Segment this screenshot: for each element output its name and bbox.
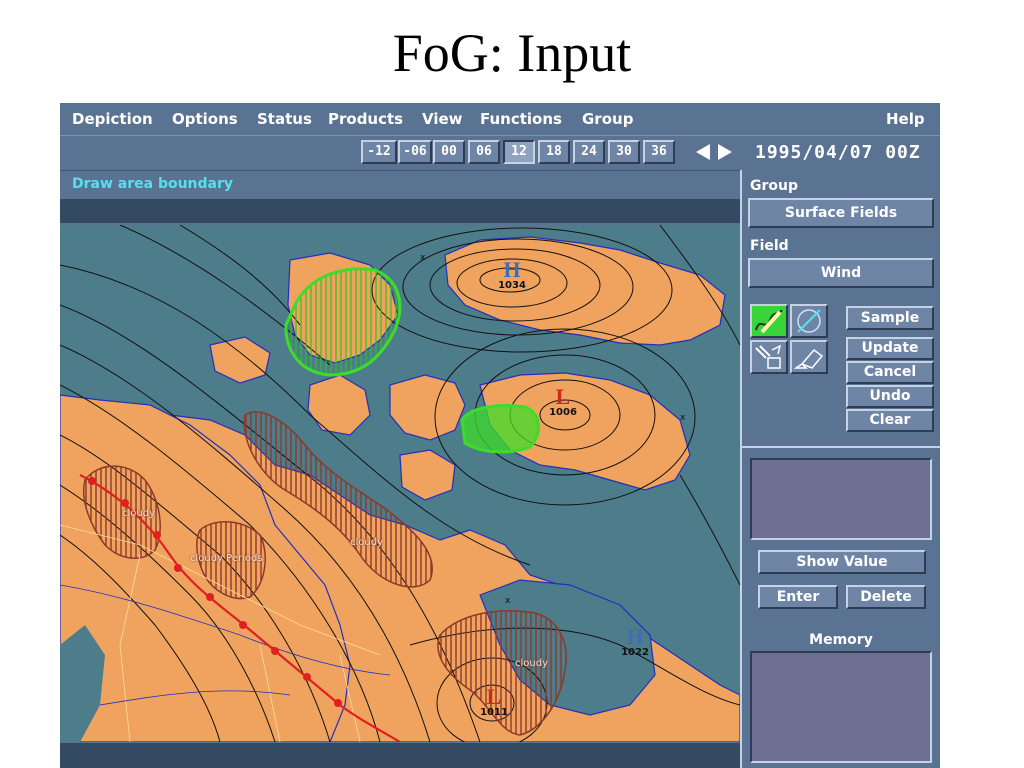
menu-group[interactable]: Group	[582, 110, 633, 128]
menu-products[interactable]: Products	[328, 110, 403, 128]
draw-line-icon	[755, 309, 783, 334]
high-pressure-center-1[interactable]: H 1034	[492, 257, 532, 292]
previous-time-arrow-icon[interactable]	[696, 144, 710, 160]
enter-button[interactable]: Enter	[758, 585, 838, 609]
menu-functions[interactable]: Functions	[480, 110, 562, 128]
low-pressure-center-2[interactable]: L 1011	[474, 684, 514, 719]
update-button[interactable]: Update	[846, 337, 934, 360]
time-button-36[interactable]: 36	[643, 140, 675, 164]
high-pressure-center-2[interactable]: H 1022	[615, 624, 655, 659]
time-button-24[interactable]: 24	[573, 140, 605, 164]
cancel-button[interactable]: Cancel	[846, 361, 934, 384]
high-pressure-value-1: 1034	[498, 280, 526, 291]
valid-datetime: 1995/04/07 00Z	[755, 142, 921, 163]
high-pressure-value-2: 1022	[621, 647, 649, 658]
field-select[interactable]: Wind	[748, 258, 934, 288]
time-step-bar: -12 -06 00 06 12 18 24 30 36 1995/04/07 …	[60, 136, 940, 171]
draw-ellipse-tool[interactable]	[790, 304, 828, 338]
show-value-button[interactable]: Show Value	[758, 550, 926, 574]
time-button-06[interactable]: 06	[468, 140, 500, 164]
time-button-30[interactable]: 30	[608, 140, 640, 164]
draw-ellipse-icon	[797, 309, 821, 333]
panel-divider	[742, 446, 940, 448]
svg-text:x: x	[680, 413, 686, 423]
status-message: Draw area boundary	[72, 176, 234, 192]
high-pressure-symbol-1: H	[503, 257, 521, 282]
slide-title: FoG: Input	[392, 23, 632, 83]
status-line: Draw area boundary	[60, 173, 740, 197]
fog-area-2[interactable]	[460, 404, 540, 454]
clear-button[interactable]: Clear	[846, 409, 934, 432]
menu-bar: Depiction Options Status Products View F…	[60, 103, 940, 136]
time-button-18[interactable]: 18	[538, 140, 570, 164]
map-top-strip	[60, 199, 740, 223]
menu-depiction[interactable]: Depiction	[72, 110, 153, 128]
value-display	[750, 458, 932, 540]
time-button-minus-06[interactable]: -06	[398, 140, 432, 164]
memory-display	[750, 651, 932, 763]
fog-application-window: Depiction Options Status Products View F…	[60, 103, 940, 768]
memory-label: Memory	[809, 632, 873, 648]
time-button-12[interactable]: 12	[503, 140, 535, 164]
low-pressure-symbol-2: L	[486, 684, 502, 709]
map-bottom-strip	[60, 743, 740, 768]
move-edit-tool[interactable]	[750, 340, 788, 374]
low-pressure-symbol-1: L	[555, 384, 571, 409]
draw-line-tool[interactable]	[750, 304, 788, 338]
field-label: Field	[750, 238, 789, 254]
menu-help[interactable]: Help	[886, 110, 925, 128]
sample-button[interactable]: Sample	[846, 306, 934, 330]
delete-button[interactable]: Delete	[846, 585, 926, 609]
weather-map-canvas[interactable]: x x x	[60, 225, 740, 742]
time-button-minus-12[interactable]: -12	[361, 140, 397, 164]
menu-options[interactable]: Options	[172, 110, 238, 128]
eraser-icon	[793, 348, 824, 369]
cloud-area-label-4: cloudy	[515, 658, 548, 669]
time-button-00[interactable]: 00	[433, 140, 465, 164]
cloud-area-label-2: cloudy Periods	[190, 553, 263, 564]
undo-button[interactable]: Undo	[846, 385, 934, 408]
group-label: Group	[750, 178, 799, 194]
menu-view[interactable]: View	[422, 110, 463, 128]
low-pressure-center-1[interactable]: L 1006	[543, 384, 583, 419]
low-pressure-value-2: 1011	[480, 707, 508, 718]
svg-text:x: x	[505, 596, 511, 606]
low-pressure-value-1: 1006	[549, 407, 577, 418]
group-select[interactable]: Surface Fields	[748, 198, 934, 228]
svg-text:x: x	[420, 253, 426, 263]
menu-status[interactable]: Status	[257, 110, 312, 128]
cloud-area-label-1: cloudy	[122, 508, 155, 519]
move-edit-icon	[755, 344, 782, 369]
cloud-area-label-3: cloudy	[350, 537, 383, 548]
weather-map[interactable]: x x x H 1034 L 1006 H 1022 L 1011 cloudy c…	[60, 225, 740, 742]
next-time-arrow-icon[interactable]	[718, 144, 732, 160]
control-panel: Group Surface Fields Field Wind Sample U…	[740, 170, 940, 768]
eraser-tool[interactable]	[790, 340, 828, 374]
high-pressure-symbol-2: H	[626, 624, 644, 649]
